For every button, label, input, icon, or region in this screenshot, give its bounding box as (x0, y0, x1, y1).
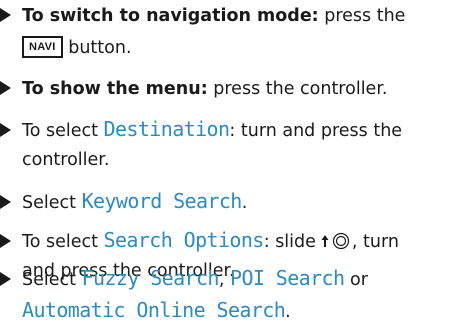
step-text: To select (22, 121, 104, 141)
menu-term: POI Search (230, 266, 345, 290)
triangle-bullet-icon (0, 123, 11, 137)
step-text: . (241, 193, 248, 213)
step-text: : turn and press the (229, 121, 403, 141)
triangle-bullet-icon (0, 8, 11, 22)
step-text: : slide (263, 232, 316, 252)
step-line: To select Destination: turn and press th… (0, 113, 402, 145)
triangle-bullet-icon (0, 195, 11, 209)
step-text: button. (62, 38, 132, 58)
step-heading: To switch to navigation mode: (22, 6, 319, 26)
step-line: Select Keyword Search. (0, 185, 247, 217)
step-text: or (344, 270, 368, 290)
step-text: . (285, 302, 291, 322)
step-text: press the controller. (207, 79, 388, 99)
step-line: To switch to navigation mode: press the (0, 0, 405, 32)
navi-key: NAVI (22, 36, 63, 58)
step-text: , (218, 270, 230, 290)
triangle-bullet-icon (0, 234, 11, 248)
step-text: Select (22, 193, 82, 213)
step-line: Select Fuzzy Search, POI Search or (0, 262, 368, 294)
step-text: , turn (351, 232, 399, 252)
triangle-bullet-icon (0, 81, 11, 95)
step-line: controller. (22, 144, 109, 176)
step-line: To show the menu: press the controller. (0, 73, 387, 105)
step-text: Select (22, 270, 82, 290)
step-line: To select Search Options: slide , turn (0, 224, 399, 256)
menu-term: Keyword Search (81, 189, 243, 213)
step-heading: To show the menu: (22, 79, 208, 99)
step-line: NAVI button. (22, 32, 132, 64)
menu-term: Search Options (103, 228, 265, 252)
step-text: To select (22, 232, 104, 252)
menu-term: Destination (103, 117, 230, 141)
step-line: Automatic Online Search. (22, 294, 291, 326)
menu-term: Automatic Online Search (22, 298, 286, 322)
controller-slide-up-icon (320, 232, 352, 250)
triangle-bullet-icon (0, 272, 11, 286)
step-text: press the (318, 6, 406, 26)
step-text: controller. (22, 150, 110, 170)
instruction-list: To switch to navigation mode: press the … (0, 0, 464, 329)
menu-term: Fuzzy Search (81, 266, 220, 290)
